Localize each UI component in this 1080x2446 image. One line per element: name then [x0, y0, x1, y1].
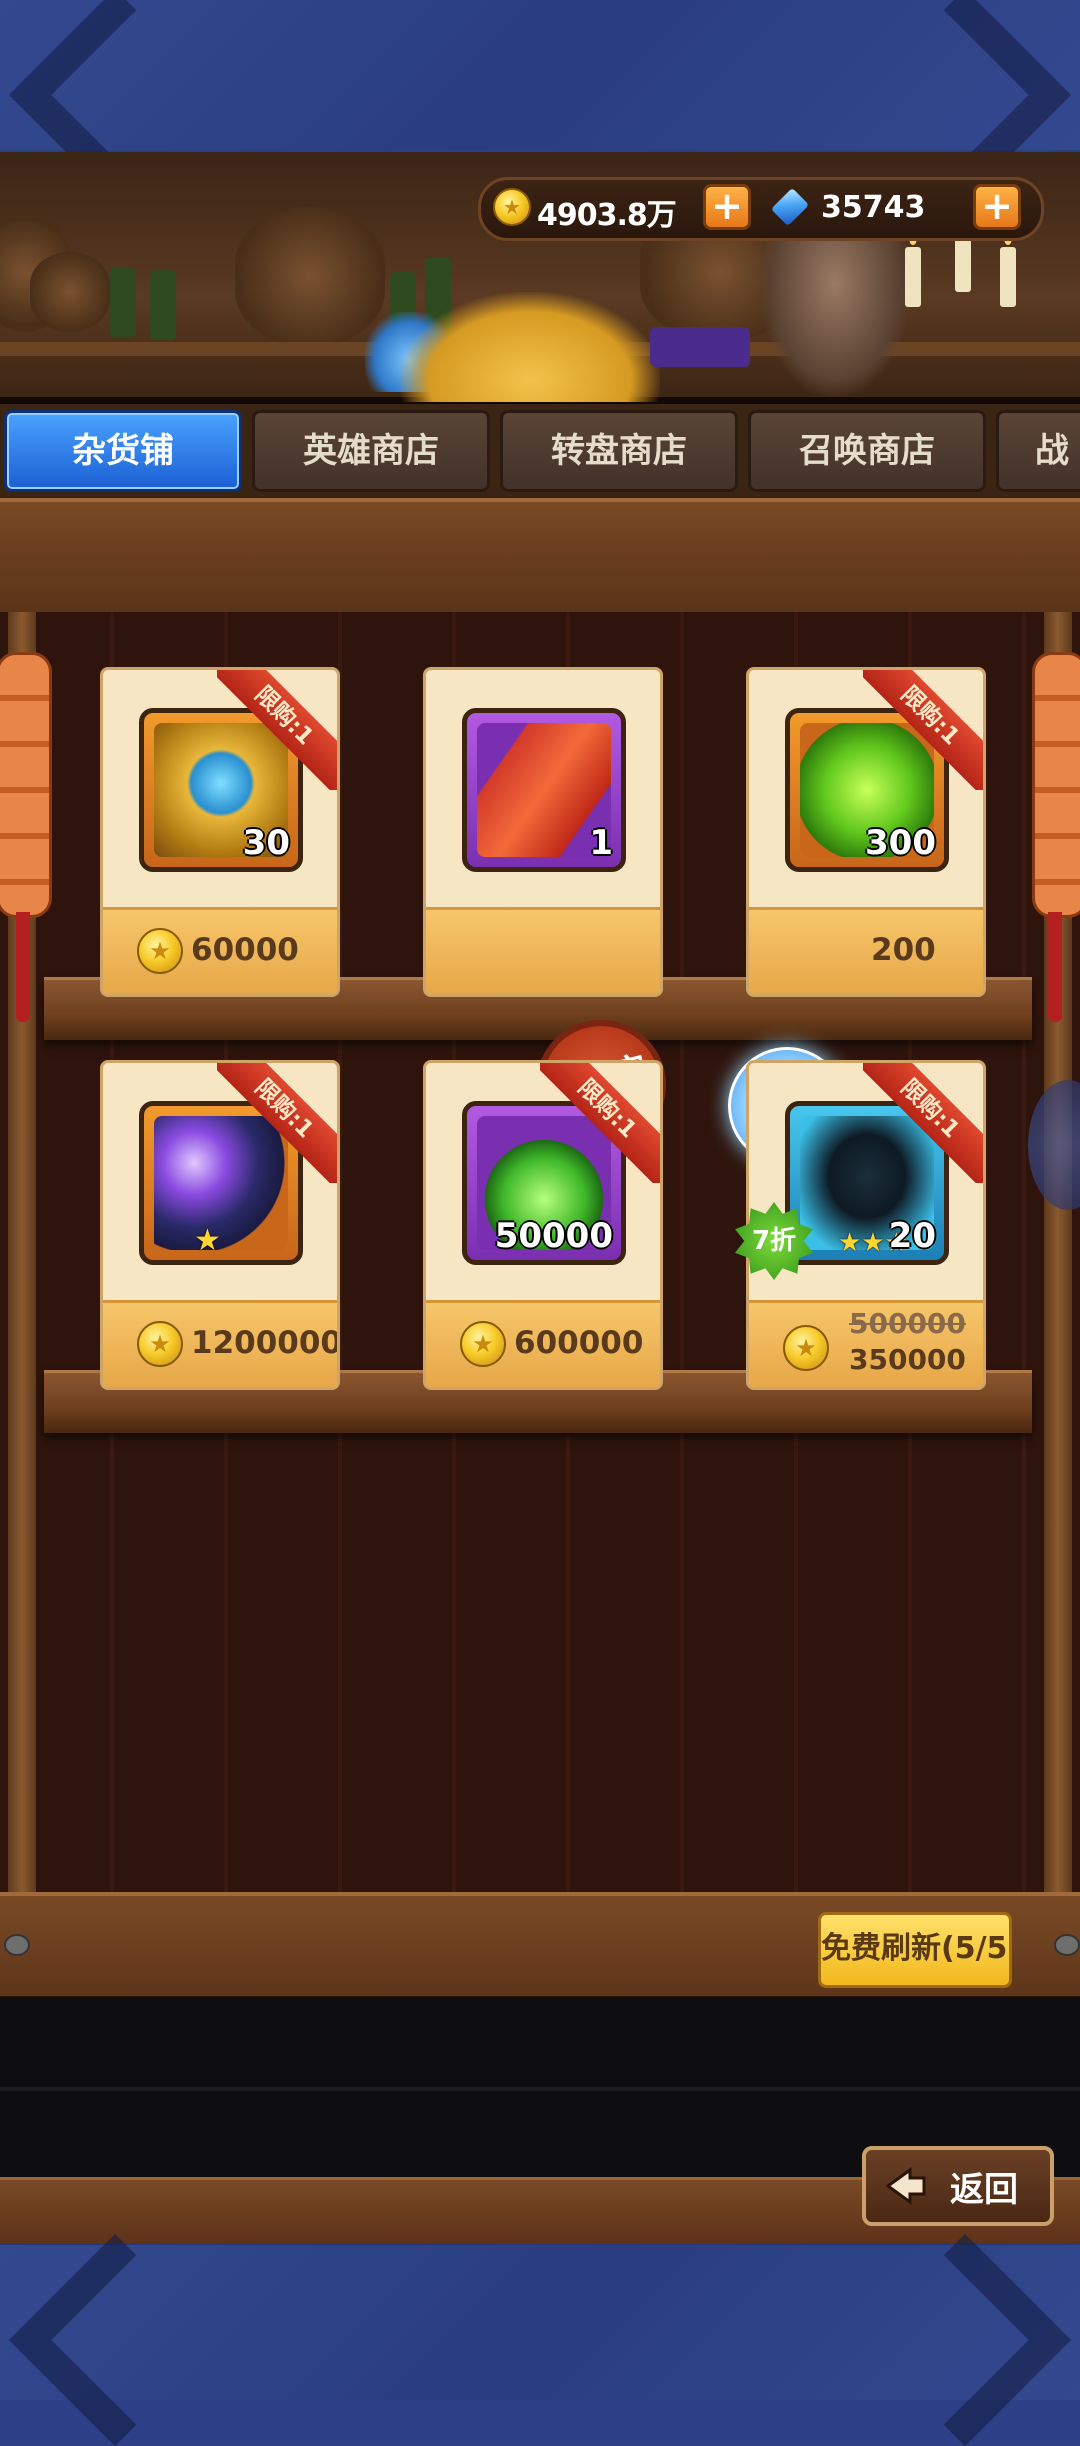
barrel-decoration	[235, 207, 385, 347]
candle-decoration	[955, 216, 971, 292]
price-bar	[426, 907, 660, 994]
gold-coin-icon	[460, 1321, 506, 1367]
limit-label: 限购:1	[217, 670, 337, 790]
item-price: 200	[871, 932, 936, 968]
add-diamond-button[interactable]: +	[973, 184, 1021, 230]
item-quantity: 1	[589, 823, 613, 863]
limit-label: 限购:1	[217, 1063, 337, 1183]
bottle-decoration	[110, 267, 136, 337]
add-gold-button[interactable]: +	[703, 184, 751, 230]
tassel-decoration	[16, 912, 30, 1022]
shop-item-card[interactable]: 50000 限购:1 600000	[423, 1060, 663, 1390]
tab-hero-shop[interactable]: 英雄商店	[252, 410, 490, 492]
candle-decoration	[905, 231, 921, 307]
game-shop-screen: 4903.8万 + 35743 + 杂货铺 英雄商店 转盘商店 召唤商店 战 3…	[0, 152, 1080, 2244]
free-refresh-button[interactable]: 免费刷新(5/5	[818, 1912, 1012, 1988]
back-arrow-icon	[885, 2167, 926, 2205]
shopkeeper-npc	[760, 222, 910, 397]
books-decoration	[650, 327, 750, 367]
limit-ribbon: 限购:1	[217, 670, 337, 790]
tab-wheel-shop[interactable]: 转盘商店	[500, 410, 738, 492]
price-bar: 200	[749, 907, 983, 994]
price-bar: 60000	[103, 907, 337, 994]
shop-item-card[interactable]: 1	[423, 667, 663, 997]
item-quantity: 20	[888, 1216, 936, 1256]
wood-header-band	[0, 498, 1080, 618]
gold-coin-icon	[137, 1321, 183, 1367]
currency-bar: 4903.8万 + 35743 +	[478, 177, 1044, 241]
item-price: 60000	[191, 932, 299, 968]
gold-coin-icon	[493, 188, 531, 226]
limit-label: 限购:1	[863, 1063, 983, 1183]
shop-item-card[interactable]: ★ 限购:1 1200000	[100, 1060, 340, 1390]
gold-coin-icon	[137, 928, 183, 974]
bottle-decoration	[150, 270, 176, 340]
diamond-icon	[771, 190, 811, 224]
tab-summon-shop[interactable]: 召唤商店	[748, 410, 986, 492]
divider	[0, 2087, 1080, 2091]
price-bar: 600000	[426, 1300, 660, 1387]
lantern-decoration	[1032, 652, 1080, 918]
price-bar: 1200000	[103, 1300, 337, 1387]
item-quantity: 30	[242, 823, 290, 863]
gold-amount: 4903.8万	[537, 198, 677, 233]
lantern-decoration	[0, 652, 52, 918]
back-button[interactable]: 返回	[862, 2146, 1054, 2226]
limit-ribbon: 限购:1	[217, 1063, 337, 1183]
tab-grocery[interactable]: 杂货铺	[4, 410, 242, 492]
coin-pile-decoration	[400, 292, 660, 402]
original-price: 500000	[849, 1307, 966, 1340]
shop-tabs: 杂货铺 英雄商店 转盘商店 召唤商店 战	[0, 404, 1080, 500]
back-label: 返回	[950, 2170, 1018, 2210]
limit-ribbon: 限购:1	[863, 670, 983, 790]
shop-item-card[interactable]: 30 限购:1 60000	[100, 667, 340, 997]
pot-decoration	[30, 252, 110, 332]
diamond-amount: 35743	[821, 190, 926, 225]
limit-label: 限购:1	[863, 670, 983, 790]
rivet-decoration	[1054, 1934, 1080, 1956]
limit-label: 限购:1	[540, 1063, 660, 1183]
item-icon-frame: 1	[462, 708, 626, 872]
tassel-decoration	[1048, 912, 1062, 1022]
limit-ribbon: 限购:1	[863, 1063, 983, 1183]
top-frame	[0, 0, 1080, 150]
item-quantity: 300	[865, 823, 936, 863]
shop-header-scene: 4903.8万 + 35743 +	[0, 152, 1080, 402]
bottom-frame	[0, 2245, 1080, 2400]
bottom-rail: 免费刷新(5/5	[0, 1892, 1080, 2001]
rivet-decoration	[4, 1934, 30, 1956]
item-price: 600000	[514, 1325, 644, 1361]
item-quantity: 50000	[494, 1216, 613, 1256]
star-rating: ★	[194, 1223, 221, 1258]
shop-item-card[interactable]: 300 限购:1 200	[746, 667, 986, 997]
candle-decoration	[1000, 231, 1016, 307]
limit-ribbon: 限购:1	[540, 1063, 660, 1183]
tab-battle-shop[interactable]: 战	[996, 410, 1080, 492]
gold-coin-icon	[783, 1325, 829, 1371]
item-price: 1200000	[191, 1325, 340, 1361]
price-bar: 500000 350000	[749, 1300, 983, 1387]
item-price: 350000	[849, 1343, 966, 1376]
